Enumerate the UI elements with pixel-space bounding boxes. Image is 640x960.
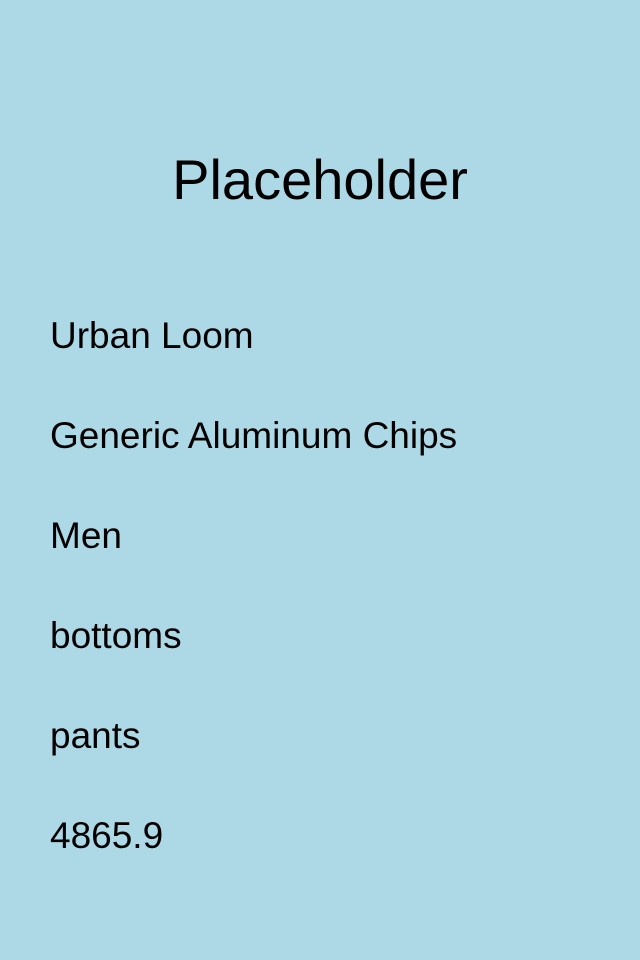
- product-brand: Urban Loom: [50, 315, 254, 356]
- page-title: Placeholder: [172, 148, 468, 211]
- product-gender: Men: [50, 515, 122, 556]
- product-name: Generic Aluminum Chips: [50, 415, 458, 456]
- product-price: 4865.9: [50, 815, 164, 856]
- product-subcategory: pants: [50, 715, 141, 756]
- product-category: bottoms: [50, 615, 182, 656]
